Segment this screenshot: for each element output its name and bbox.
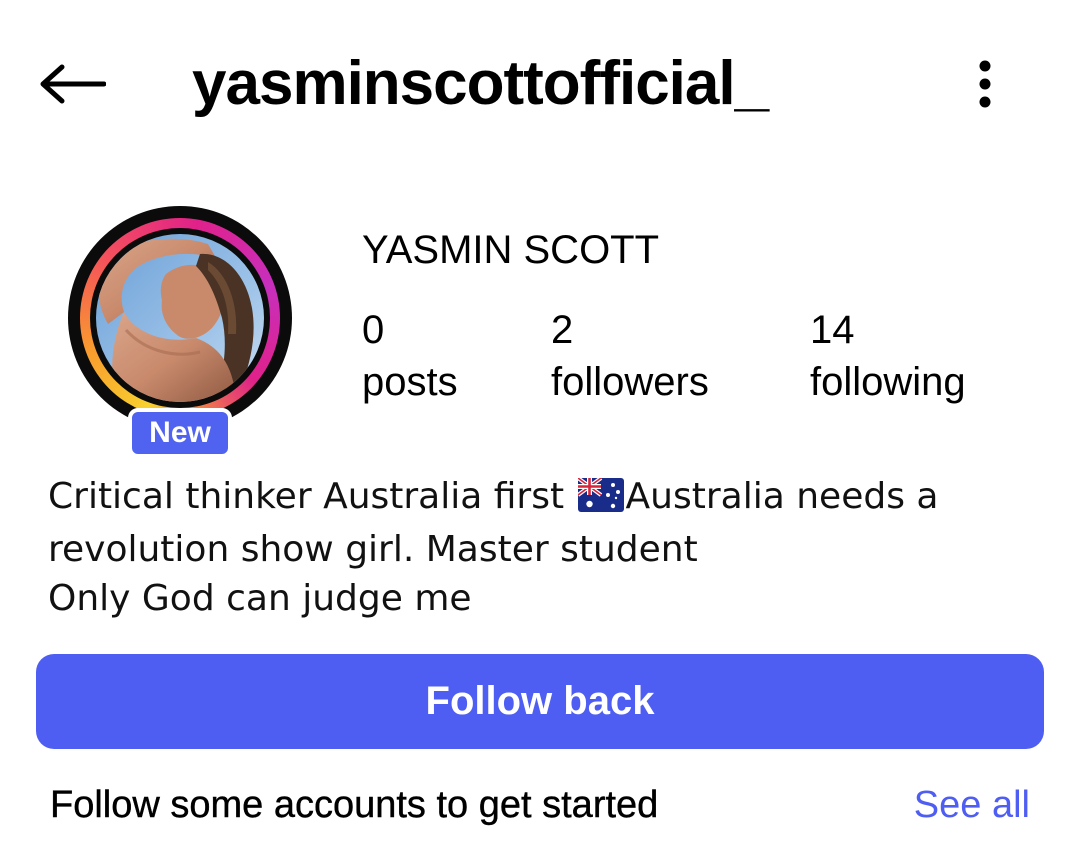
avatar[interactable] — [68, 206, 292, 430]
stat-followers[interactable]: 2 followers — [551, 306, 709, 410]
bio-line-1: Critical thinker Australia first Austral… — [48, 472, 1038, 525]
stat-followers-label: followers — [551, 360, 709, 404]
stat-following-count: 14 — [810, 308, 855, 352]
stat-posts-label: posts — [362, 360, 458, 404]
australia-flag-icon — [576, 476, 624, 525]
profile-username-title: yasminscottofficial_ — [192, 49, 769, 118]
avatar-photo — [96, 234, 264, 402]
profile-full-name: YASMIN SCOTT — [362, 228, 660, 272]
more-options-button[interactable] — [958, 52, 1012, 116]
stat-posts-count: 0 — [362, 308, 385, 352]
stat-posts[interactable]: 0 posts — [362, 306, 458, 410]
profile-bio: Critical thinker Australia first Austral… — [48, 472, 1038, 623]
stat-following-label: following — [810, 360, 966, 404]
new-badge: New — [128, 408, 232, 458]
bio-line-1-end: Australia needs a — [625, 476, 939, 517]
back-button[interactable] — [34, 52, 110, 116]
see-all-link[interactable]: See all — [914, 780, 1030, 830]
bio-line-1-start: Critical thinker Australia first — [48, 476, 576, 517]
suggestions-heading: Follow some accounts to get started — [50, 784, 659, 826]
arrow-left-icon — [40, 64, 106, 104]
stat-followers-count: 2 — [551, 308, 574, 352]
stat-following[interactable]: 14 following — [810, 306, 966, 410]
bio-line-3: Only God can judge me — [48, 578, 472, 619]
bio-line-2: revolution show girl. Master student — [48, 529, 698, 570]
follow-back-button[interactable]: Follow back — [36, 654, 1044, 749]
more-vertical-icon — [979, 60, 991, 108]
